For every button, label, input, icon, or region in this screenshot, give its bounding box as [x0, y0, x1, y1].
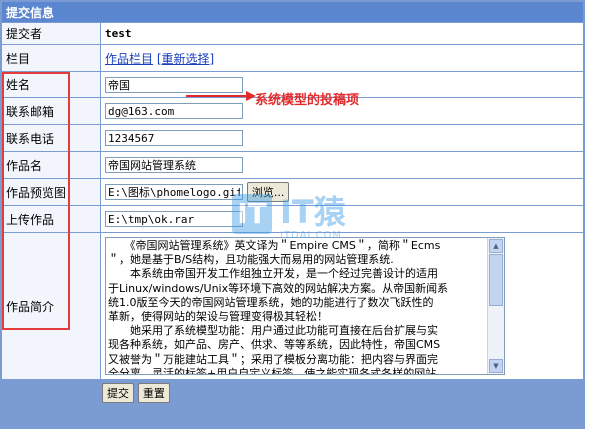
- intro-line: 本系统由帝国开发工作组独立开发，是一个经过完善设计的适用: [108, 267, 438, 281]
- phone-input[interactable]: [105, 130, 243, 146]
- upload-work-input[interactable]: [105, 211, 243, 227]
- work-name-input[interactable]: [105, 157, 243, 173]
- watermark-name: IT猿: [280, 193, 346, 231]
- annotation-arrow-icon: [186, 91, 256, 101]
- phone-cell: [101, 125, 583, 151]
- submitter-label: 提交者: [2, 23, 100, 44]
- intro-line: 她采用了系统模型功能：用户通过此功能可直接在后台扩展与实: [108, 324, 438, 338]
- intro-line: 统1.0版至今天的帝国网站管理系统，她的功能进行了数次飞跃性的: [108, 295, 434, 309]
- intro-line: 又被誉为＂万能建站工具＂；采用了模板分离功能：把内容与界面完: [108, 352, 438, 366]
- intro-line: ＂，她是基于B/S结构，且功能强大而易用的网站管理系统.: [108, 253, 394, 267]
- intro-cell: 《帝国网站管理系统》英文译为＂Empire CMS＂，简称＂Ecms ＂，她是基…: [101, 233, 583, 379]
- watermark: IT IT猿 ITDAI.COM: [232, 190, 382, 250]
- intro-line: 全分离，灵活的标签+用户自定义标签，使之能实现各式各样的网站: [108, 366, 437, 375]
- watermark-domain: ITDAI.COM: [280, 230, 343, 241]
- work-name-cell: [101, 152, 583, 178]
- scroll-down-icon[interactable]: ▼: [489, 359, 503, 373]
- intro-line: 现各种系统，如产品、房产、供求、等等系统，因此特性，帝国CMS: [108, 338, 441, 352]
- reset-button[interactable]: 重置: [137, 383, 170, 403]
- column-value: 作品栏目 [重新选择]: [101, 45, 583, 71]
- column-label: 栏目: [2, 45, 100, 71]
- annotation-note: 系统模型的投稿项: [255, 93, 360, 108]
- footer-left-cell: [2, 380, 100, 406]
- submitter-value: test: [101, 23, 583, 44]
- preview-image-input[interactable]: [105, 184, 243, 200]
- section-header: 提交信息: [2, 2, 583, 22]
- intro-textarea[interactable]: 《帝国网站管理系统》英文译为＂Empire CMS＂，简称＂Ecms ＂，她是基…: [105, 237, 505, 375]
- column-link[interactable]: 作品栏目: [105, 52, 153, 66]
- intro-line: 于Linux/windows/Unix等环境下高效的网站解决方案。从帝国新闻系: [108, 281, 449, 295]
- footer-button-cell: 提交 重置: [101, 380, 583, 406]
- scroll-up-icon[interactable]: ▲: [489, 239, 503, 253]
- submit-button[interactable]: 提交: [102, 383, 134, 403]
- model-fields-highlight-box: [2, 72, 70, 330]
- intro-line: 革新，使得网站的架设与管理变得极其轻松！: [108, 310, 328, 324]
- reselect-link[interactable]: [重新选择]: [157, 52, 214, 66]
- watermark-logo-icon: IT: [232, 194, 272, 234]
- scroll-thumb[interactable]: [489, 254, 503, 306]
- textarea-scrollbar[interactable]: ▲ ▼: [487, 238, 504, 374]
